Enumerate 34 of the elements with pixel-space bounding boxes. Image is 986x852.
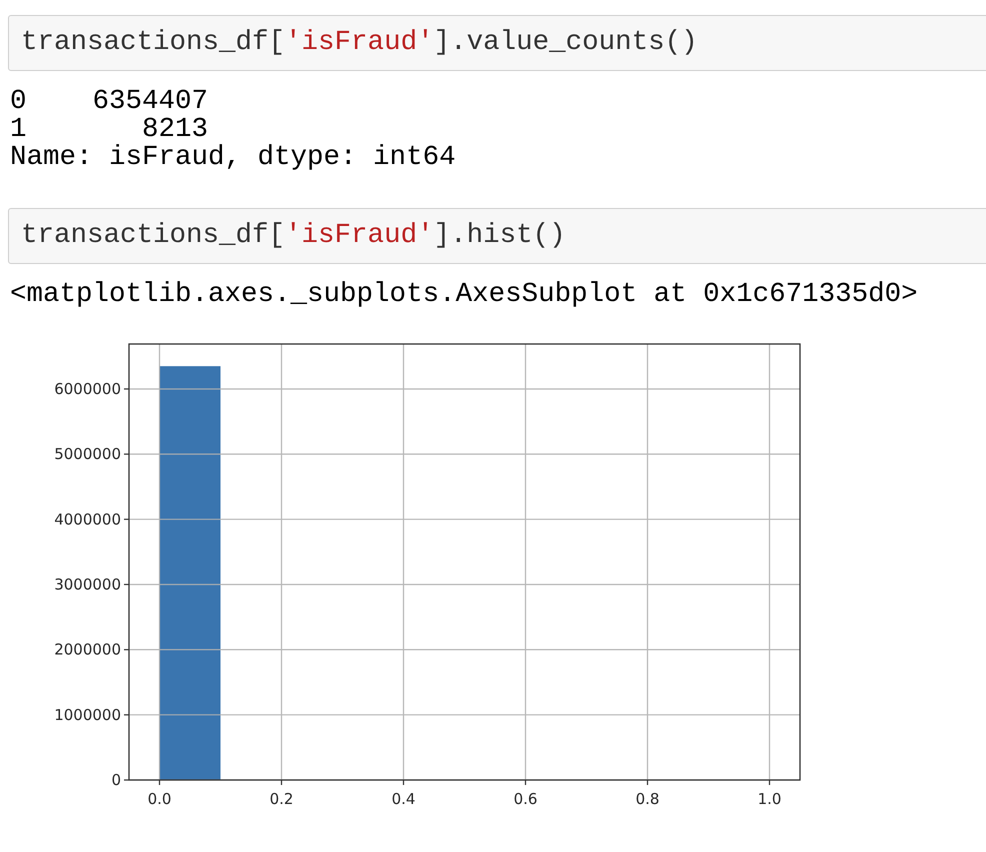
tick-mark bbox=[524, 780, 526, 785]
tick-mark bbox=[124, 649, 129, 650]
y-tick-label: 3000000 bbox=[54, 575, 121, 594]
tick-mark bbox=[124, 518, 129, 520]
output-text: Name: isFraud, dtype: int64 bbox=[10, 144, 456, 172]
y-tick-label: 2000000 bbox=[54, 640, 121, 659]
x-tick-label: 0.0 bbox=[148, 790, 172, 808]
y-tick-label: 4000000 bbox=[54, 510, 121, 528]
code-line: transactions_df['isFraud'].hist() bbox=[21, 221, 566, 251]
x-tick-label: 0.2 bbox=[270, 790, 294, 808]
tick-mark bbox=[280, 780, 282, 785]
tick-mark bbox=[768, 780, 770, 785]
tick-mark bbox=[124, 584, 129, 586]
output-text: 0 6354407 bbox=[10, 88, 208, 116]
code-input-cell[interactable]: transactions_df['isFraud'].hist() bbox=[8, 208, 986, 264]
tick-mark bbox=[124, 779, 129, 781]
x-tick-label: 0.4 bbox=[392, 790, 416, 808]
y-tick-label: 1000000 bbox=[54, 706, 121, 724]
output-text: <matplotlib.axes._subplots.AxesSubplot at 0x1c671335d0> bbox=[10, 281, 918, 309]
y-tick-label: 6000000 bbox=[54, 380, 121, 398]
y-tick-label: 5000000 bbox=[54, 445, 121, 464]
tick-mark bbox=[646, 780, 648, 785]
x-tick-label: 0.6 bbox=[514, 790, 538, 808]
tick-mark bbox=[158, 780, 160, 785]
y-tick-label: 0 bbox=[111, 771, 121, 789]
code-input-cell[interactable]: transactions_df['isFraud'].value_counts() bbox=[8, 15, 986, 71]
x-tick-label: 1.0 bbox=[758, 790, 782, 808]
tick-mark bbox=[124, 454, 129, 455]
tick-mark bbox=[402, 780, 404, 785]
tick-mark bbox=[124, 388, 129, 390]
code-line: transactions_df['isFraud'].value_counts() bbox=[21, 28, 698, 58]
x-tick-label: 0.8 bbox=[636, 790, 660, 808]
tick-mark bbox=[124, 714, 129, 716]
output-text: 1 8213 bbox=[10, 116, 208, 144]
